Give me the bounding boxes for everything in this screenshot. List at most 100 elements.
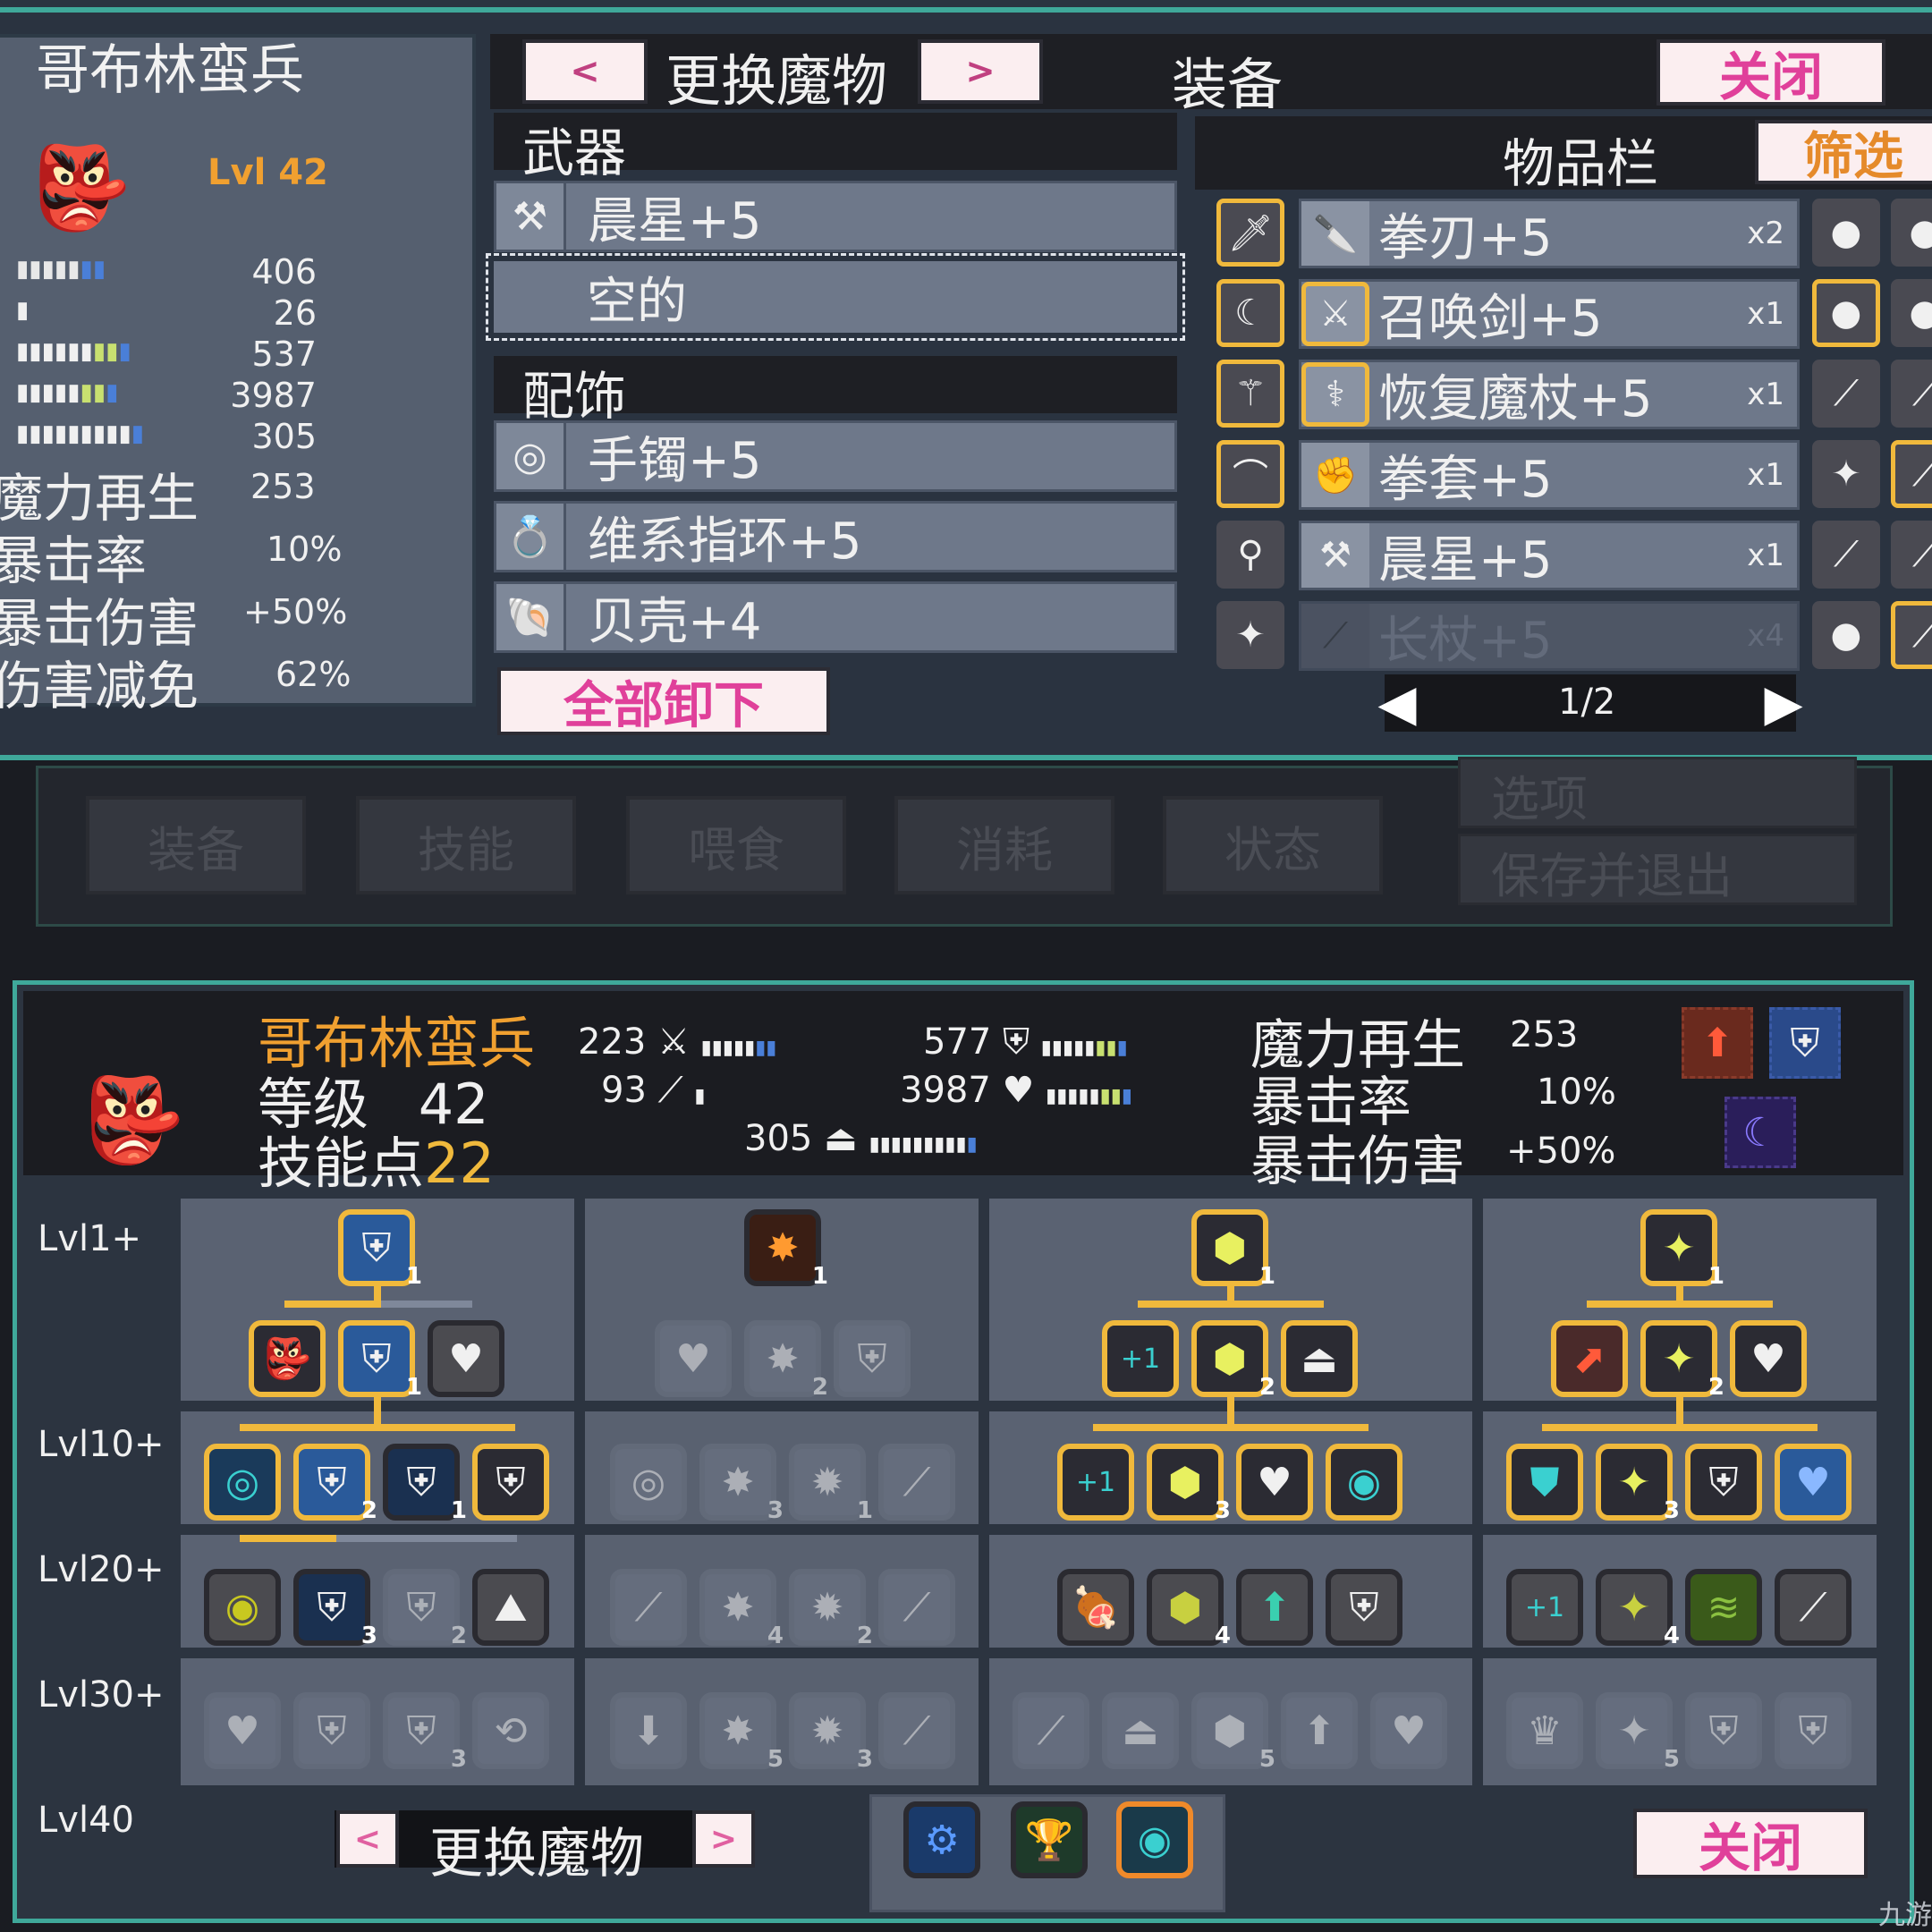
options-button[interactable]: 选项 xyxy=(1458,757,1857,828)
scale-skill-icon[interactable]: ≋ xyxy=(1685,1569,1762,1646)
locked-shield-skill-icon[interactable]: ⛨ 2 xyxy=(383,1569,467,1649)
sparkle-gem-skill-icon[interactable]: ✦ 2 xyxy=(1640,1320,1724,1401)
tab-feed[interactable]: 喂食 xyxy=(626,796,846,894)
accessory-slot-1[interactable]: ◎ 手镯+5 xyxy=(494,420,1177,492)
locked-skill-icon[interactable]: ✹ 1 xyxy=(789,1444,873,1524)
close-button-top[interactable]: 关闭 xyxy=(1657,39,1885,107)
locked-skill-icon[interactable]: ⏏ xyxy=(1102,1692,1179,1769)
inventory-item[interactable]: ⚕ 恢复魔杖+5 x1 xyxy=(1299,360,1800,429)
locked-skill-icon[interactable]: ⛨ xyxy=(834,1320,911,1397)
locked-skill-icon[interactable]: ⛨ xyxy=(293,1692,370,1769)
tab-equipment[interactable]: 装备 xyxy=(86,796,306,894)
orb-icon[interactable]: ● xyxy=(1891,279,1932,347)
locked-skill-icon[interactable]: ♥ xyxy=(655,1320,732,1397)
heart-bar-skill-icon[interactable]: ♥ xyxy=(1236,1444,1313,1521)
plus-one-skill-icon[interactable]: +1 xyxy=(1057,1444,1134,1521)
teal-ring-skill-icon[interactable]: ◉ xyxy=(1326,1444,1402,1521)
blue-rune-skill-icon[interactable]: ⚙ xyxy=(903,1801,980,1878)
defense-bar-skill-icon[interactable]: ⛨ xyxy=(472,1444,549,1521)
double-shield-skill-icon[interactable]: ⛨ 3 xyxy=(293,1569,377,1649)
locked-skill-icon[interactable]: ⬇ xyxy=(610,1692,687,1769)
locked-skill-icon[interactable]: ✸ 4 xyxy=(699,1569,784,1649)
accessory-slot-2[interactable]: 💍 维系指环+5 xyxy=(494,501,1177,572)
heart-bar-skill-icon[interactable]: ♥ xyxy=(1730,1320,1807,1397)
claw-category-icon[interactable]: ☾ xyxy=(1216,279,1284,347)
wand-icon[interactable]: ⟋ xyxy=(1891,360,1932,428)
orb-icon[interactable]: ● xyxy=(1812,199,1880,267)
ring-shield-skill-icon[interactable]: ◎ xyxy=(204,1444,281,1521)
locked-skill-icon[interactable]: ⛨ xyxy=(1775,1692,1852,1769)
sparkle-gem-skill-icon[interactable]: ✦ 1 xyxy=(1640,1209,1724,1290)
weapon-slot-1[interactable]: ⚒ 晨星+5 xyxy=(494,181,1177,252)
gem-shield-skill-icon[interactable]: ⬢ 2 xyxy=(1191,1320,1275,1401)
tab-status[interactable]: 状态 xyxy=(1163,796,1383,894)
defense-bar-skill-icon[interactable]: ⛨ xyxy=(1685,1444,1762,1521)
rock-skill-icon[interactable]: ⛰ xyxy=(472,1569,549,1646)
shield-skill-icon[interactable]: ⛨ 1 xyxy=(338,1209,422,1290)
inventory-item[interactable]: ✊ 拳套+5 x1 xyxy=(1299,440,1800,510)
shuriken-category-icon[interactable]: ✦ xyxy=(1216,601,1284,669)
gem-shield-skill-icon[interactable]: ⬢ 4 xyxy=(1147,1569,1231,1649)
plus-one-skill-icon[interactable]: +1 xyxy=(1102,1320,1179,1397)
gem-shield-skill-icon[interactable]: ⬢ 1 xyxy=(1191,1209,1275,1290)
arrow-up-skill-icon[interactable]: ⬆ xyxy=(1236,1569,1313,1646)
sparkle-gem-skill-icon[interactable]: ✦ 3 xyxy=(1596,1444,1680,1524)
prev-monster-button-bottom[interactable]: < xyxy=(336,1810,399,1868)
wand-icon[interactable]: ⟋ xyxy=(1812,521,1880,589)
sparkle-gem-skill-icon[interactable]: ✦ 4 xyxy=(1596,1569,1680,1649)
defense-buff-icon[interactable]: ⛨ xyxy=(1769,1007,1841,1079)
locked-skill-icon[interactable]: ◎ xyxy=(610,1444,687,1521)
burst-skill-icon[interactable]: ✸ 1 xyxy=(744,1209,828,1290)
meat-skill-icon[interactable]: 🍖 xyxy=(1057,1569,1134,1646)
locked-skill-icon[interactable]: ⟋ xyxy=(878,1692,955,1769)
trophy-skill-icon[interactable]: 🏆 xyxy=(1011,1801,1088,1878)
save-exit-button[interactable]: 保存并退出 xyxy=(1458,834,1857,905)
whip-category-icon[interactable]: ⌒ xyxy=(1216,440,1284,508)
heart-bar-skill-icon[interactable]: ♥ xyxy=(428,1320,504,1397)
teal-orb-skill-icon[interactable]: ◉ xyxy=(1116,1801,1193,1878)
orb-icon[interactable]: ● xyxy=(1812,601,1880,669)
locked-skill-icon[interactable]: ♛ xyxy=(1506,1692,1583,1769)
teal-shield-skill-icon[interactable]: ⛊ xyxy=(1506,1444,1583,1521)
sword-bar-skill-icon[interactable]: ⟋ xyxy=(1775,1569,1852,1646)
unequip-all-button[interactable]: 全部卸下 xyxy=(497,667,830,735)
locked-skill-icon[interactable]: ⟋ xyxy=(878,1444,955,1521)
wand-icon[interactable]: ⟋ xyxy=(1891,440,1932,508)
mace-category-icon[interactable]: ⚲ xyxy=(1216,521,1284,589)
locked-skill-icon[interactable]: ♥ xyxy=(1370,1692,1447,1769)
locked-skill-icon[interactable]: ✸ 2 xyxy=(744,1320,828,1401)
locked-skill-icon[interactable]: ⟲ xyxy=(472,1692,549,1769)
orb-icon[interactable]: ● xyxy=(1891,199,1932,267)
inventory-item[interactable]: ⟋ 长杖+5 x4 xyxy=(1299,601,1800,671)
locked-skill-icon[interactable]: ⛨ 3 xyxy=(383,1692,467,1773)
tab-skills[interactable]: 技能 xyxy=(356,796,576,894)
locked-skill-icon[interactable]: ✹ 3 xyxy=(789,1692,873,1773)
locked-skill-icon[interactable]: ✸ 3 xyxy=(699,1444,784,1524)
locked-skill-icon[interactable]: ⟋ xyxy=(878,1569,955,1646)
filter-button[interactable]: 筛选 xyxy=(1755,120,1932,186)
inventory-item[interactable]: ⚔ 召唤剑+5 x1 xyxy=(1299,279,1800,349)
wand-icon[interactable]: ⟋ xyxy=(1891,601,1932,669)
next-monster-button[interactable]: > xyxy=(918,39,1043,104)
weapon-slot-2[interactable]: 空的 xyxy=(486,253,1185,341)
fist-blade-category-icon[interactable]: 🗡 xyxy=(1216,199,1284,267)
plus-one-skill-icon[interactable]: +1 xyxy=(1506,1569,1583,1646)
locked-skill-icon[interactable]: ✹ 2 xyxy=(789,1569,873,1649)
page-next-arrow-icon[interactable]: ▶ xyxy=(1764,674,1803,733)
inventory-item[interactable]: ⚒ 晨星+5 x1 xyxy=(1299,521,1800,590)
wand-icon[interactable]: ⟋ xyxy=(1812,360,1880,428)
gem-shield-skill-icon[interactable]: ⬢ 3 xyxy=(1147,1444,1231,1524)
moon-buff-icon[interactable]: ☾ xyxy=(1724,1097,1796,1168)
tab-consumables[interactable]: 消耗 xyxy=(894,796,1114,894)
locked-skill-icon[interactable]: ✦ 5 xyxy=(1596,1692,1680,1773)
locked-skill-icon[interactable]: ♥ xyxy=(204,1692,281,1769)
defense-bar-skill-icon[interactable]: ⛨ xyxy=(1326,1569,1402,1646)
dark-ring-skill-icon[interactable]: ◉ xyxy=(204,1569,281,1646)
locked-skill-icon[interactable]: ✸ 5 xyxy=(699,1692,784,1773)
double-shield-skill-icon[interactable]: ⛨ 2 xyxy=(293,1444,377,1524)
page-prev-arrow-icon[interactable]: ◀ xyxy=(1377,674,1417,733)
prev-monster-button[interactable]: < xyxy=(522,39,648,104)
speed-bar-skill-icon[interactable]: ⏏ xyxy=(1281,1320,1358,1397)
staff-category-icon[interactable]: ⚚ xyxy=(1216,360,1284,428)
locked-skill-icon[interactable]: ⟋ xyxy=(1013,1692,1089,1769)
